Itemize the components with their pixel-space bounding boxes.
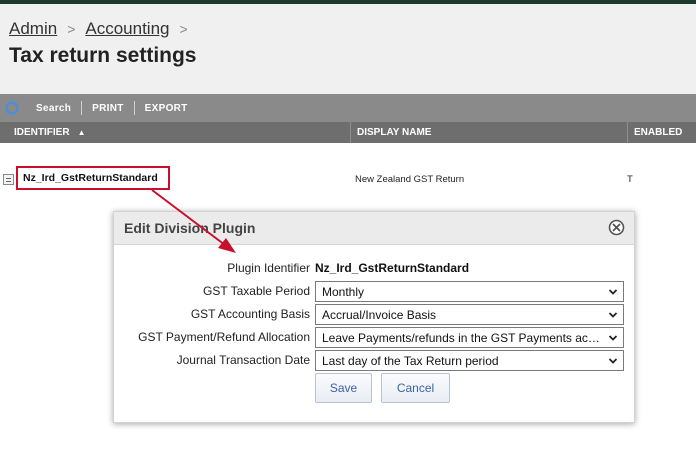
row-identifier-highlighted[interactable]: Nz_Ird_GstReturnStandard [16, 166, 170, 190]
row-enabled: T [627, 174, 633, 185]
dialog-title: Edit Division Plugin [124, 220, 256, 236]
gst-payment-refund-allocation-row: GST Payment/Refund Allocation Leave Paym… [114, 327, 634, 348]
dialog-header: Edit Division Plugin [114, 212, 634, 245]
gst-taxable-period-select[interactable]: Monthly [315, 281, 624, 302]
top-strip [0, 0, 696, 4]
plugin-identifier-row: Plugin Identifier Nz_Ird_GstReturnStanda… [114, 258, 634, 279]
cancel-button[interactable]: Cancel [381, 373, 450, 403]
gst-payment-refund-allocation-label: GST Payment/Refund Allocation [138, 330, 310, 344]
breadcrumb-separator: > [179, 21, 188, 37]
close-icon[interactable] [608, 219, 625, 236]
gst-taxable-period-label: GST Taxable Period [203, 284, 310, 298]
row-display-name: New Zealand GST Return [355, 174, 465, 185]
gst-payment-refund-allocation-value: Leave Payments/refunds in the GST Paymen… [322, 330, 602, 345]
gst-accounting-basis-value: Accrual/Invoice Basis [322, 307, 437, 322]
gst-taxable-period-value: Monthly [322, 284, 365, 299]
print-button[interactable]: PRINT [82, 103, 134, 114]
page-title: Tax return settings [9, 44, 197, 67]
table-row[interactable]: Nz_Ird_GstReturnStandard New Zealand GST… [0, 166, 696, 190]
search-button[interactable]: Search [32, 103, 81, 114]
plugin-identifier-value: Nz_Ird_GstReturnStandard [315, 261, 470, 275]
grid-header: IDENTIFIER ▲ DISPLAY NAME ENABLED [0, 122, 696, 143]
column-header-display-name[interactable]: DISPLAY NAME [350, 122, 627, 143]
gst-accounting-basis-select[interactable]: Accrual/Invoice Basis [315, 304, 624, 325]
column-header-identifier[interactable]: IDENTIFIER ▲ [0, 122, 350, 143]
chevron-down-icon [608, 289, 618, 295]
gst-accounting-basis-row: GST Accounting Basis Accrual/Invoice Bas… [114, 304, 634, 325]
breadcrumb-separator: > [67, 21, 76, 37]
gst-payment-refund-allocation-select[interactable]: Leave Payments/refunds in the GST Paymen… [315, 327, 624, 348]
chevron-down-icon [608, 358, 618, 364]
breadcrumb: Admin > Accounting > [9, 18, 198, 40]
sort-ascending-icon: ▲ [77, 128, 86, 137]
breadcrumb-admin[interactable]: Admin [9, 19, 57, 39]
refresh-icon[interactable] [4, 100, 20, 116]
save-button[interactable]: Save [315, 373, 372, 403]
column-header-enabled[interactable]: ENABLED [627, 122, 696, 143]
grid-toolbar: Search PRINT EXPORT [0, 94, 696, 122]
breadcrumb-accounting[interactable]: Accounting [85, 19, 169, 39]
journal-transaction-date-label: Journal Transaction Date [176, 353, 310, 367]
column-header-label: IDENTIFIER [14, 127, 70, 138]
journal-transaction-date-value: Last day of the Tax Return period [322, 353, 499, 368]
journal-transaction-date-select[interactable]: Last day of the Tax Return period [315, 350, 624, 371]
plugin-identifier-label: Plugin Identifier [227, 261, 310, 275]
row-detail-icon[interactable] [3, 174, 14, 185]
chevron-down-icon [608, 335, 618, 341]
journal-transaction-date-row: Journal Transaction Date Last day of the… [114, 350, 634, 371]
gst-accounting-basis-label: GST Accounting Basis [190, 307, 310, 321]
gst-taxable-period-row: GST Taxable Period Monthly [114, 281, 634, 302]
export-button[interactable]: EXPORT [135, 103, 198, 114]
chevron-down-icon [608, 312, 618, 318]
edit-division-plugin-dialog: Edit Division Plugin Plugin Identifier N… [113, 211, 635, 423]
